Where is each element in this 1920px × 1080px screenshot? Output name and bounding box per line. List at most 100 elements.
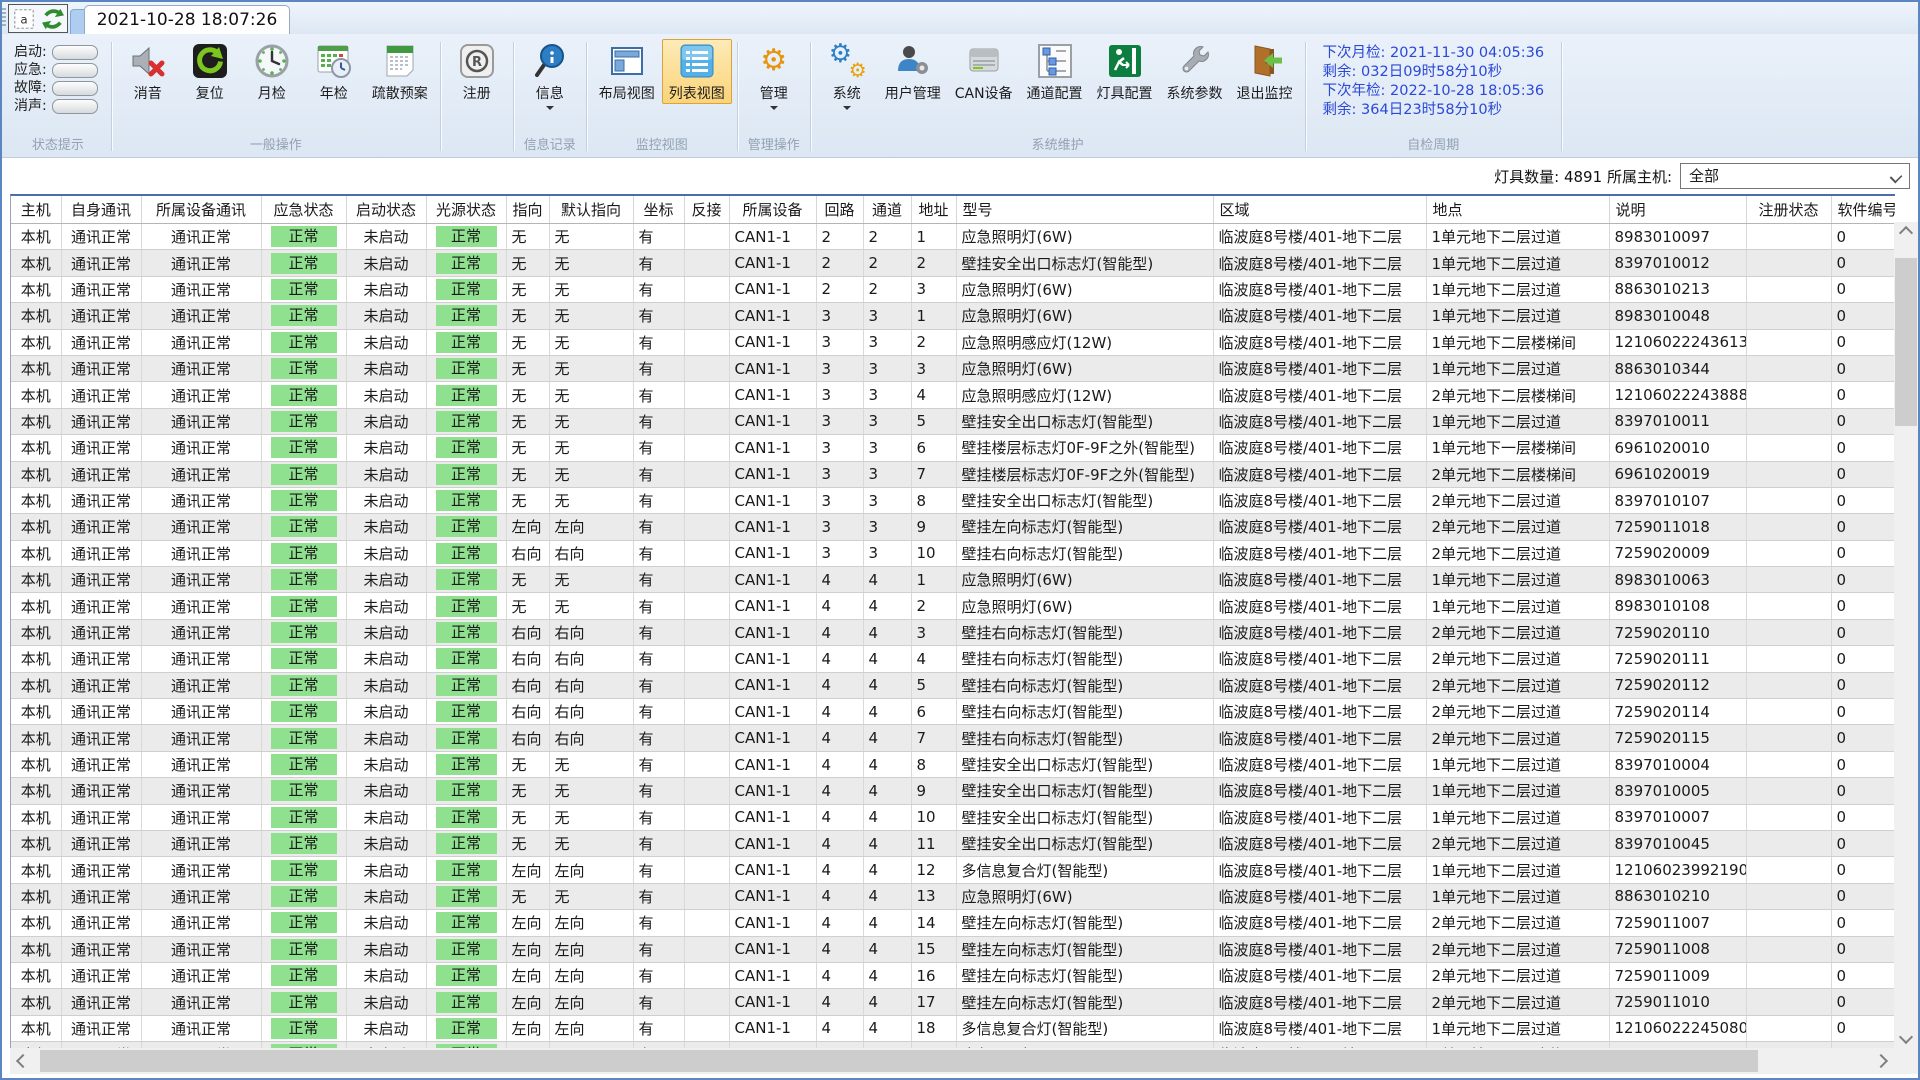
column-header[interactable]: 注册状态: [1746, 196, 1831, 224]
table-row[interactable]: 本机通讯正常通讯正常正常未启动正常无无有CAN1-1332应急照明感应灯(12W…: [11, 329, 1895, 355]
table-row[interactable]: 本机通讯正常通讯正常正常未启动正常右向右向有CAN1-13310壁挂右向标志灯(…: [11, 540, 1895, 566]
column-header[interactable]: 所属设备通讯: [141, 196, 261, 224]
system-params-button[interactable]: 系统参数: [1160, 39, 1230, 104]
column-header[interactable]: 地址: [911, 196, 956, 224]
column-header[interactable]: 软件编号: [1831, 196, 1895, 224]
cell: [684, 619, 729, 645]
scroll-left-button[interactable]: [10, 1048, 36, 1074]
column-header[interactable]: 光源状态: [426, 196, 506, 224]
lamp-config-button[interactable]: 灯具配置: [1090, 39, 1160, 104]
cell: 4: [863, 699, 911, 725]
table-row[interactable]: 本机通讯正常通讯正常正常未启动正常右向右向有CAN1-1444壁挂右向标志灯(智…: [11, 646, 1895, 672]
column-header[interactable]: 型号: [956, 196, 1213, 224]
cell: 0: [1831, 989, 1895, 1015]
cell: 4: [816, 725, 863, 751]
table-row[interactable]: 本机通讯正常通讯正常正常未启动正常无无有CAN1-14413应急照明灯(6W)临…: [11, 883, 1895, 909]
table-row[interactable]: 本机通讯正常通讯正常正常未启动正常右向右向有CAN1-1446壁挂右向标志灯(智…: [11, 699, 1895, 725]
scroll-up-button[interactable]: [1894, 222, 1918, 244]
register-button[interactable]: R注册: [446, 39, 508, 104]
cell: 通讯正常: [141, 329, 261, 355]
table-row[interactable]: 本机通讯正常通讯正常正常未启动正常无无有CAN1-1331应急照明灯(6W)临波…: [11, 303, 1895, 329]
evacuation-plan-button[interactable]: 疏散预案: [365, 39, 435, 104]
info-button[interactable]: 信息: [519, 39, 581, 111]
cell: 左向: [506, 1015, 549, 1041]
table-row[interactable]: 本机通讯正常通讯正常正常未启动正常右向右向有CAN1-1443壁挂右向标志灯(智…: [11, 619, 1895, 645]
user-management-button[interactable]: 用户管理: [878, 39, 948, 104]
table-row[interactable]: 本机通讯正常通讯正常正常未启动正常无无有CAN1-1448壁挂安全出口标志灯(智…: [11, 751, 1895, 777]
cell: 正常: [261, 487, 346, 513]
mute-button[interactable]: 消音: [117, 39, 179, 104]
cell: 有: [633, 699, 684, 725]
cell: 通讯正常: [61, 619, 141, 645]
green-refresh-icon[interactable]: [42, 8, 64, 30]
status-badge: 正常: [271, 701, 337, 722]
can-device-button[interactable]: CAN设备: [948, 39, 1020, 104]
cell: [684, 514, 729, 540]
column-header[interactable]: 应急状态: [261, 196, 346, 224]
layout-view-button[interactable]: 布局视图: [592, 39, 662, 104]
table-row[interactable]: 本机通讯正常通讯正常正常未启动正常无无有CAN1-1441应急照明灯(6W)临波…: [11, 567, 1895, 593]
scroll-down-button[interactable]: [1894, 1026, 1918, 1048]
list-view-button[interactable]: 列表视图: [662, 39, 732, 104]
column-header[interactable]: 指向: [506, 196, 549, 224]
table-row[interactable]: 本机通讯正常通讯正常正常未启动正常左向左向有CAN1-14417壁挂左向标志灯(…: [11, 989, 1895, 1015]
table-row[interactable]: 本机通讯正常通讯正常正常未启动正常无无有CAN1-1335壁挂安全出口标志灯(智…: [11, 408, 1895, 434]
cell: 3: [816, 303, 863, 329]
table-row[interactable]: 本机通讯正常通讯正常正常未启动正常无无有CAN1-14410壁挂安全出口标志灯(…: [11, 804, 1895, 830]
exit-monitor-button[interactable]: 退出监控: [1230, 39, 1300, 104]
table-row[interactable]: 本机通讯正常通讯正常正常未启动正常左向左向有CAN1-14416壁挂左向标志灯(…: [11, 962, 1895, 988]
horizontal-scroll-thumb[interactable]: [40, 1050, 1758, 1072]
column-header[interactable]: 说明: [1609, 196, 1746, 224]
table-row[interactable]: 本机通讯正常通讯正常正常未启动正常无无有CAN1-1336壁挂楼层标志灯0F-9…: [11, 435, 1895, 461]
column-header[interactable]: 坐标: [633, 196, 684, 224]
table-row[interactable]: 本机通讯正常通讯正常正常未启动正常左向左向有CAN1-14414壁挂左向标志灯(…: [11, 910, 1895, 936]
table-row[interactable]: 本机通讯正常通讯正常正常未启动正常无无有CAN1-1442应急照明灯(6W)临波…: [11, 593, 1895, 619]
table-row[interactable]: 本机通讯正常通讯正常正常未启动正常左向左向有CAN1-14418多信息复合灯(智…: [11, 1015, 1895, 1041]
column-header[interactable]: 启动状态: [346, 196, 426, 224]
column-header[interactable]: 区域: [1213, 196, 1426, 224]
table-row[interactable]: 本机通讯正常通讯正常正常未启动正常无无有CAN1-14411壁挂安全出口标志灯(…: [11, 830, 1895, 856]
table-row[interactable]: 本机通讯正常通讯正常正常未启动正常无无有CAN1-1449壁挂安全出口标志灯(智…: [11, 778, 1895, 804]
column-header[interactable]: 主机: [11, 196, 61, 224]
column-header[interactable]: 地点: [1426, 196, 1609, 224]
column-header[interactable]: 所属设备: [729, 196, 816, 224]
column-header[interactable]: 通道: [863, 196, 911, 224]
system-button[interactable]: ⚙⚙系统: [816, 39, 878, 111]
lamp-table: 主机自身通讯所属设备通讯应急状态启动状态光源状态指向默认指向坐标反接所属设备回路…: [10, 194, 1895, 1050]
table-row[interactable]: 本机通讯正常通讯正常正常未启动正常无无有CAN1-1334应急照明感应灯(12W…: [11, 382, 1895, 408]
manage-button[interactable]: ⚙管理: [743, 39, 805, 111]
cell: 8983010048: [1609, 303, 1746, 329]
vertical-scroll-thumb[interactable]: [1895, 258, 1917, 426]
table-row[interactable]: 本机通讯正常通讯正常正常未启动正常无无有CAN1-1338壁挂安全出口标志灯(智…: [11, 487, 1895, 513]
table-row[interactable]: 本机通讯正常通讯正常正常未启动正常右向右向有CAN1-1445壁挂右向标志灯(智…: [11, 672, 1895, 698]
cell: CAN1-1: [729, 619, 816, 645]
reset-button[interactable]: 复位: [179, 39, 241, 104]
table-row[interactable]: 本机通讯正常通讯正常正常未启动正常左向左向有CAN1-14415壁挂左向标志灯(…: [11, 936, 1895, 962]
column-header[interactable]: 默认指向: [549, 196, 633, 224]
table-row[interactable]: 本机通讯正常通讯正常正常未启动正常右向右向有CAN1-1447壁挂右向标志灯(智…: [11, 725, 1895, 751]
table-row[interactable]: 本机通讯正常通讯正常正常未启动正常左向左向有CAN1-1339壁挂左向标志灯(智…: [11, 514, 1895, 540]
channel-config-button[interactable]: 通道配置: [1020, 39, 1090, 104]
table-row[interactable]: 本机通讯正常通讯正常正常未启动正常左向左向有CAN1-14412多信息复合灯(智…: [11, 857, 1895, 883]
column-header[interactable]: 回路: [816, 196, 863, 224]
cell: [684, 408, 729, 434]
horizontal-scrollbar[interactable]: [10, 1048, 1894, 1074]
text-select-icon[interactable]: a: [13, 8, 35, 30]
cell: 正常: [261, 303, 346, 329]
table-row[interactable]: 本机通讯正常通讯正常正常未启动正常无无有CAN1-1221应急照明灯(6W)临波…: [11, 224, 1895, 250]
cell: 右向: [506, 699, 549, 725]
cell: [684, 778, 729, 804]
datetime-tab[interactable]: 2021-10-28 18:07:26: [84, 5, 290, 35]
vertical-scrollbar[interactable]: [1894, 222, 1918, 1048]
annual-check-button[interactable]: 年检: [303, 39, 365, 104]
table-row[interactable]: 本机通讯正常通讯正常正常未启动正常无无有CAN1-1222壁挂安全出口标志灯(智…: [11, 250, 1895, 276]
column-header[interactable]: 自身通讯: [61, 196, 141, 224]
table-row[interactable]: 本机通讯正常通讯正常正常未启动正常无无有CAN1-1333应急照明灯(6W)临波…: [11, 355, 1895, 381]
table-row[interactable]: 本机通讯正常通讯正常正常未启动正常无无有CAN1-1223应急照明灯(6W)临波…: [11, 276, 1895, 302]
table-row[interactable]: 本机通讯正常通讯正常正常未启动正常无无有CAN1-1337壁挂楼层标志灯0F-9…: [11, 461, 1895, 487]
monthly-check-button[interactable]: 月检: [241, 39, 303, 104]
column-header[interactable]: 反接: [684, 196, 729, 224]
cell: 通讯正常: [61, 567, 141, 593]
scroll-right-button[interactable]: [1868, 1048, 1894, 1074]
host-select[interactable]: 全部: [1680, 163, 1910, 189]
